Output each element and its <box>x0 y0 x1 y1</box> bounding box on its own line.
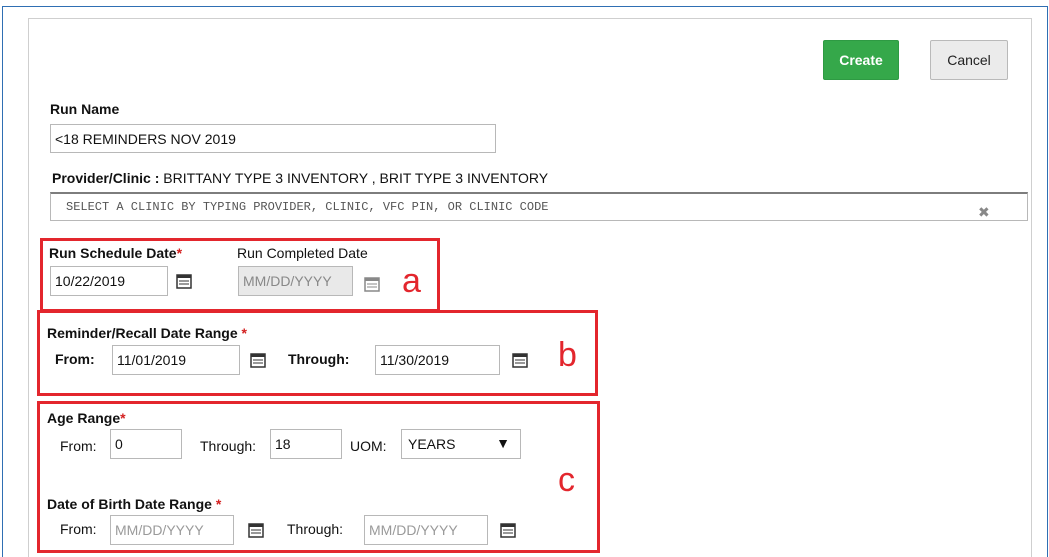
provider-clinic-value: BRITTANY TYPE 3 INVENTORY , BRIT TYPE 3 … <box>163 170 549 186</box>
calendar-icon[interactable] <box>250 352 266 368</box>
create-button[interactable]: Create <box>823 40 899 80</box>
calendar-icon[interactable] <box>248 522 264 538</box>
calendar-icon[interactable] <box>500 522 516 538</box>
run-schedule-date-input[interactable]: 10/22/2019 <box>50 266 168 296</box>
cancel-button[interactable]: Cancel <box>930 40 1008 80</box>
reminder-through-date-input[interactable]: 11/30/2019 <box>375 345 500 375</box>
run-completed-date-label: Run Completed Date <box>237 245 368 261</box>
age-through-label: Through: <box>200 438 257 454</box>
chevron-down-icon: ▼ <box>496 435 510 451</box>
age-range-label: Age Range* <box>47 410 126 426</box>
reminder-from-date-input[interactable]: 11/01/2019 <box>112 345 240 375</box>
dob-through-label: Through: <box>287 521 344 537</box>
uom-select[interactable]: YEARS ▼ <box>401 429 521 459</box>
reminder-from-label: From: <box>55 351 95 367</box>
provider-clinic-label: Provider/Clinic : <box>52 170 160 186</box>
dob-from-label: From: <box>60 521 97 537</box>
clear-icon[interactable]: ✖ <box>978 204 990 221</box>
reminder-recall-range-label: Reminder/Recall Date Range * <box>47 325 247 341</box>
calendar-icon[interactable] <box>176 273 192 289</box>
dob-range-label: Date of Birth Date Range * <box>47 496 222 512</box>
age-from-label: From: <box>60 438 97 454</box>
dob-through-date-input[interactable]: MM/DD/YYYY <box>364 515 488 545</box>
dob-from-date-input[interactable]: MM/DD/YYYY <box>110 515 234 545</box>
run-name-label: Run Name <box>50 101 120 117</box>
age-from-input[interactable]: 0 <box>110 429 182 459</box>
run-schedule-date-label: Run Schedule Date* <box>49 245 183 261</box>
required-marker: * <box>120 410 126 426</box>
run-completed-date-input: MM/DD/YYYY <box>238 266 353 296</box>
required-marker: * <box>241 325 247 341</box>
provider-clinic-line: Provider/Clinic : BRITTANY TYPE 3 INVENT… <box>52 170 548 186</box>
annotation-letter-a: a <box>402 262 421 300</box>
run-name-input[interactable]: <18 REMINDERS NOV 2019 <box>50 124 496 153</box>
clinic-search-input[interactable]: SELECT A CLINIC BY TYPING PROVIDER, CLIN… <box>50 192 1028 221</box>
uom-selected-value: YEARS <box>408 436 456 452</box>
age-through-input[interactable]: 18 <box>270 429 342 459</box>
required-marker: * <box>215 496 222 512</box>
calendar-icon <box>364 276 380 292</box>
uom-label: UOM: <box>350 438 387 454</box>
calendar-icon[interactable] <box>512 352 528 368</box>
annotation-letter-b: b <box>558 336 577 374</box>
annotation-letter-c: c <box>558 461 575 499</box>
reminder-through-label: Through: <box>288 351 350 367</box>
required-marker: * <box>176 245 183 261</box>
